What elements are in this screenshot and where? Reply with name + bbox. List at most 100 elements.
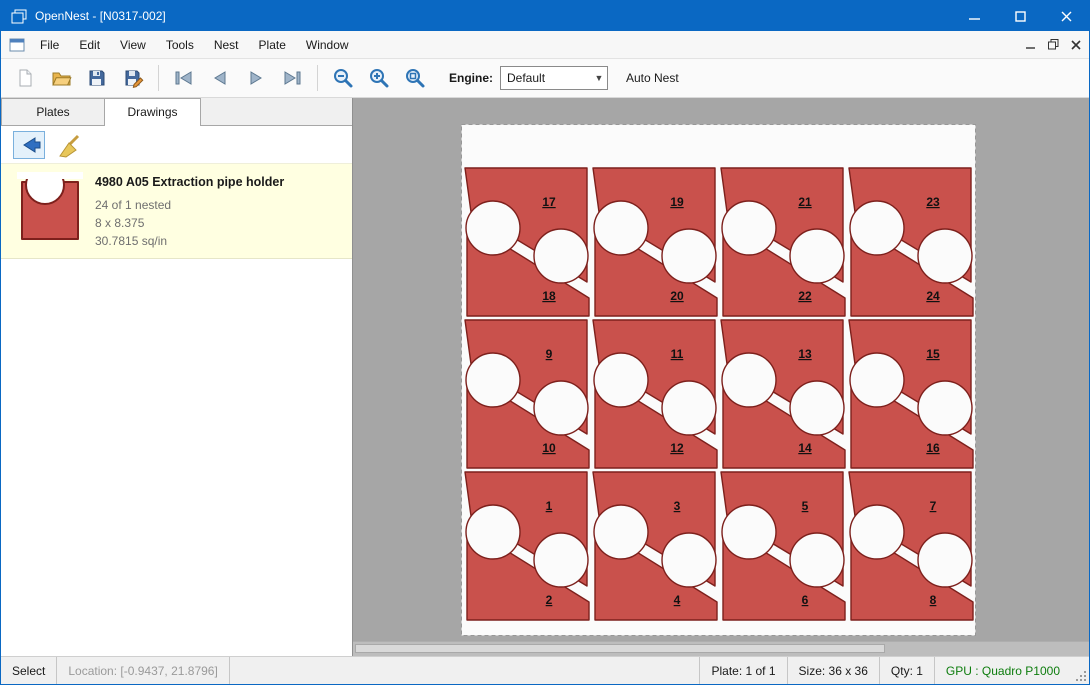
nested-part-pair[interactable]: 78 — [849, 472, 973, 620]
status-location: Location: [-0.9437, 21.8796] — [57, 657, 229, 684]
menu-view[interactable]: View — [110, 31, 156, 58]
part-number-label: 18 — [542, 289, 556, 303]
zoom-in-button[interactable] — [361, 61, 397, 95]
part-number-label: 4 — [674, 593, 681, 607]
nested-part-pair[interactable]: 1920 — [593, 168, 717, 316]
window-title: OpenNest - [N0317-002] — [35, 9, 166, 23]
menu-edit[interactable]: Edit — [69, 31, 110, 58]
drawing-area: 30.7815 sq/in — [95, 232, 284, 250]
part-number-label: 8 — [930, 593, 937, 607]
engine-select[interactable]: Default ▼ — [500, 66, 608, 90]
chevron-down-icon: ▼ — [591, 73, 607, 83]
mdi-restore-button[interactable] — [1048, 39, 1059, 50]
close-button[interactable] — [1043, 1, 1089, 31]
auto-nest-button[interactable]: Auto Nest — [626, 71, 679, 85]
first-plate-button[interactable] — [166, 61, 202, 95]
next-plate-button[interactable] — [238, 61, 274, 95]
new-file-button[interactable] — [7, 61, 43, 95]
part-number-label: 20 — [670, 289, 684, 303]
part-number-label: 12 — [670, 441, 684, 455]
nest-plate[interactable]: 171819202122232491011121314151612345678 — [461, 124, 976, 636]
menu-tools[interactable]: Tools — [156, 31, 204, 58]
nested-part-pair[interactable]: 910 — [465, 320, 589, 468]
sidebar: Plates Drawings 4980 A05 Extraction — [1, 98, 353, 656]
part-number-label: 6 — [802, 593, 809, 607]
part-number-label: 13 — [798, 347, 812, 361]
save-button[interactable] — [79, 61, 115, 95]
zoom-fit-button[interactable] — [397, 61, 433, 95]
toolbar-separator — [158, 65, 159, 91]
part-hole-cutout — [790, 381, 844, 435]
part-number-label: 7 — [930, 499, 937, 513]
save-as-button[interactable] — [115, 61, 151, 95]
drawing-nested-count: 24 of 1 nested — [95, 196, 284, 214]
last-plate-button[interactable] — [274, 61, 310, 95]
part-number-label: 9 — [546, 347, 553, 361]
part-number-label: 1 — [546, 499, 553, 513]
part-number-label: 11 — [671, 347, 684, 361]
part-hole-cutout — [594, 353, 648, 407]
previous-plate-button[interactable] — [202, 61, 238, 95]
part-hole-cutout — [662, 381, 716, 435]
nested-part-pair[interactable]: 1516 — [849, 320, 973, 468]
nested-part-pair[interactable]: 12 — [465, 472, 589, 620]
part-number-label: 16 — [926, 441, 940, 455]
horizontal-scrollbar[interactable] — [353, 641, 1089, 656]
back-arrow-button[interactable] — [13, 131, 45, 159]
part-hole-cutout — [466, 201, 520, 255]
nested-part-pair[interactable]: 1314 — [721, 320, 845, 468]
toolbar-separator — [317, 65, 318, 91]
drawing-meta: 4980 A05 Extraction pipe holder 24 of 1 … — [95, 172, 284, 250]
part-hole-cutout — [850, 353, 904, 407]
status-qty: Qty: 1 — [879, 657, 934, 684]
part-hole-cutout — [722, 201, 776, 255]
part-number-label: 3 — [674, 499, 681, 513]
part-hole-cutout — [918, 381, 972, 435]
part-hole-cutout — [722, 505, 776, 559]
tab-drawings[interactable]: Drawings — [105, 98, 201, 125]
minimize-button[interactable] — [951, 1, 997, 31]
mdi-minimize-button[interactable] — [1026, 40, 1036, 50]
nested-part-pair[interactable]: 2122 — [721, 168, 845, 316]
part-hole-cutout — [662, 229, 716, 283]
status-bar: Select Location: [-0.9437, 21.8796] Plat… — [1, 656, 1089, 684]
sidebar-toolbar — [1, 126, 352, 163]
nested-part-pair[interactable]: 56 — [721, 472, 845, 620]
drawing-title: 4980 A05 Extraction pipe holder — [95, 175, 284, 189]
status-plate: Plate: 1 of 1 — [699, 657, 786, 684]
zoom-out-button[interactable] — [325, 61, 361, 95]
drawing-list-item[interactable]: 4980 A05 Extraction pipe holder 24 of 1 … — [1, 163, 352, 259]
nested-part-pair[interactable]: 2324 — [849, 168, 973, 316]
part-number-label: 24 — [926, 289, 940, 303]
nested-part-pair[interactable]: 1718 — [465, 168, 589, 316]
menu-bar: File Edit View Tools Nest Plate Window — [1, 31, 1089, 59]
maximize-button[interactable] — [997, 1, 1043, 31]
nested-part-pair[interactable]: 11 12 — [593, 320, 717, 468]
clean-broom-button[interactable] — [53, 131, 85, 159]
scrollbar-thumb[interactable] — [355, 644, 885, 653]
drawing-size: 8 x 8.375 — [95, 214, 284, 232]
tab-plates[interactable]: Plates — [1, 98, 105, 125]
content-area: Plates Drawings 4980 A05 Extraction — [1, 98, 1089, 656]
nest-canvas[interactable]: 171819202122232491011121314151612345678 — [353, 98, 1089, 656]
part-hole-cutout — [662, 533, 716, 587]
part-hole-cutout — [594, 201, 648, 255]
window-controls — [951, 1, 1089, 31]
part-hole-cutout — [918, 533, 972, 587]
menu-file[interactable]: File — [30, 31, 69, 58]
menu-window[interactable]: Window — [296, 31, 359, 58]
resize-grip[interactable] — [1071, 657, 1089, 684]
part-hole-cutout — [534, 533, 588, 587]
part-number-label: 2 — [546, 593, 553, 607]
mdi-close-button[interactable] — [1071, 40, 1081, 50]
nested-part-pair[interactable]: 34 — [593, 472, 717, 620]
part-number-label: 22 — [798, 289, 812, 303]
title-bar: OpenNest - [N0317-002] — [1, 1, 1089, 31]
mdi-window-controls — [1026, 39, 1089, 50]
engine-label: Engine: — [449, 71, 493, 85]
menu-nest[interactable]: Nest — [204, 31, 249, 58]
part-hole-cutout — [722, 353, 776, 407]
status-mode: Select — [1, 657, 57, 684]
open-file-button[interactable] — [43, 61, 79, 95]
menu-plate[interactable]: Plate — [249, 31, 296, 58]
